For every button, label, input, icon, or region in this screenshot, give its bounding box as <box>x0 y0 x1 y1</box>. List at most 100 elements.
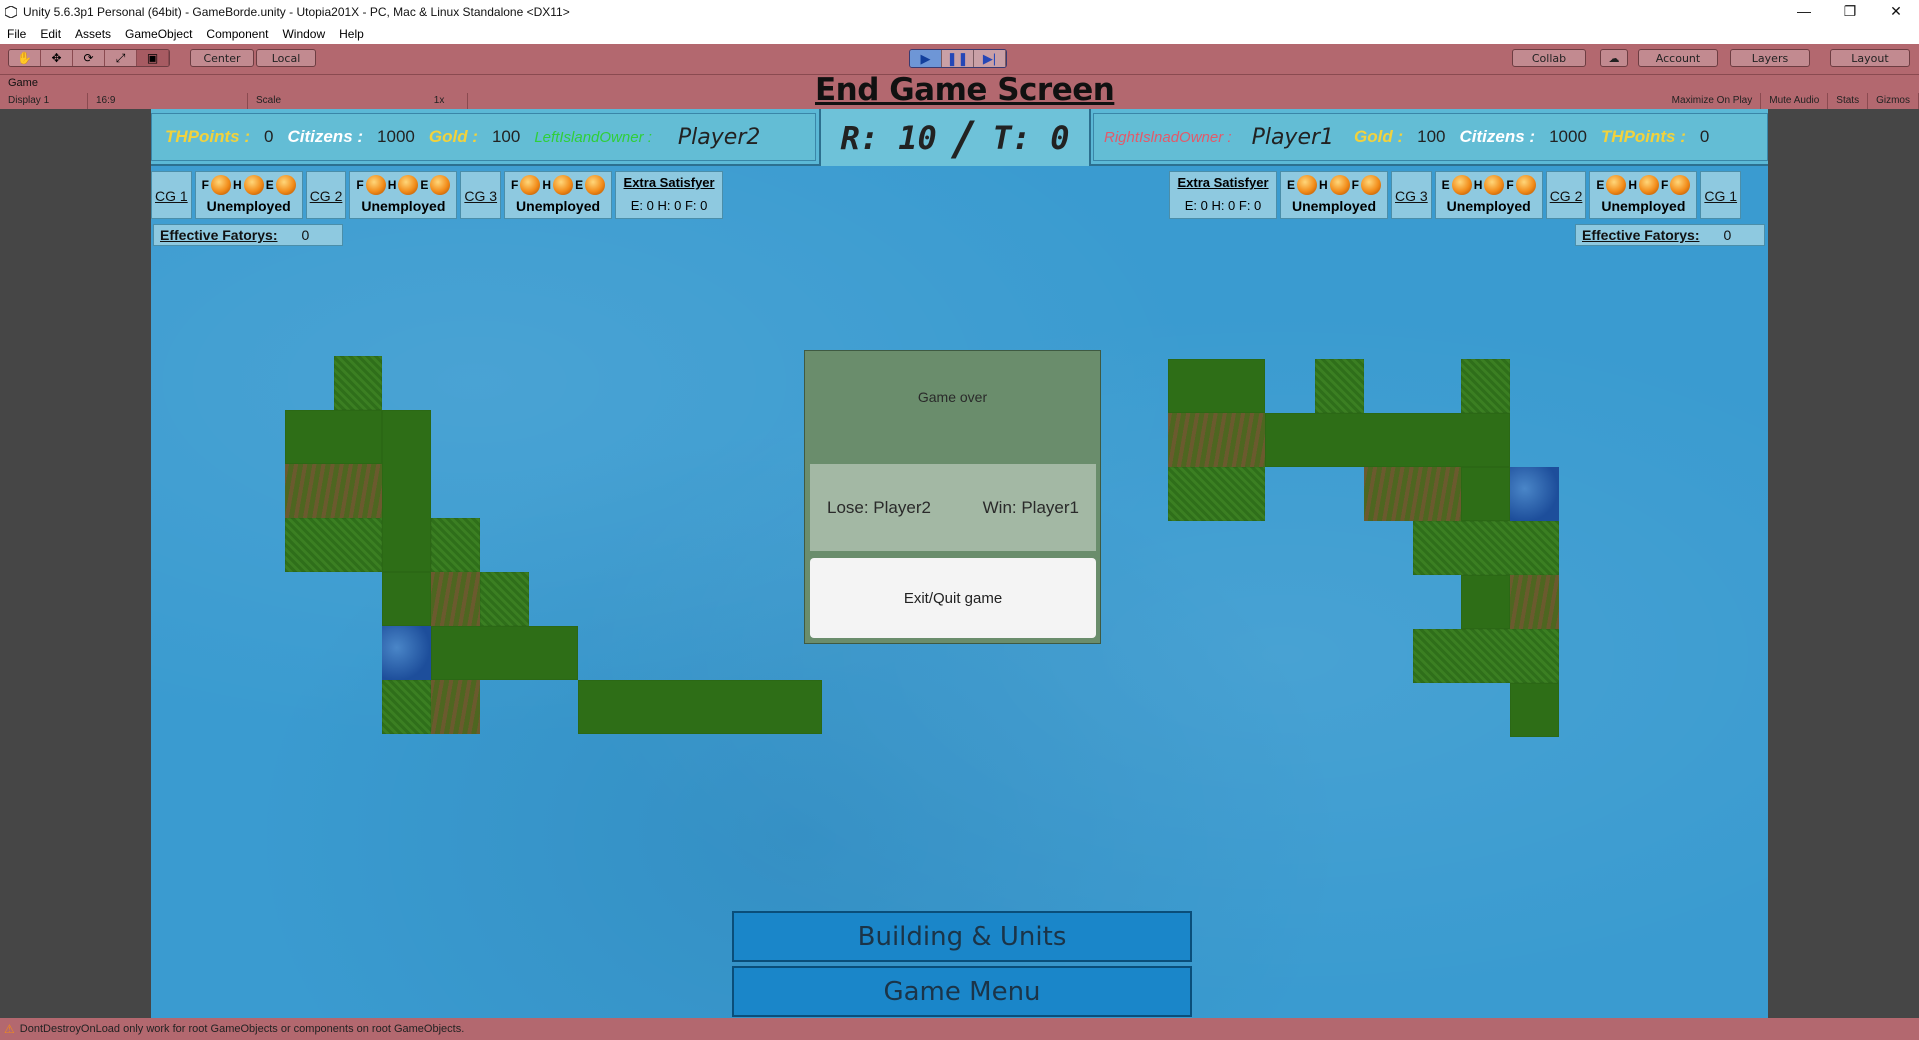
letter-f: F <box>201 178 210 192</box>
letter-f: F <box>1661 178 1669 192</box>
orange-orb-icon <box>1451 175 1472 195</box>
left-cg1-button[interactable]: CG 1 <box>151 171 192 219</box>
exit-quit-button[interactable]: Exit/Quit game <box>810 558 1096 638</box>
left-cg1-label: CG 1 <box>155 188 188 204</box>
layout-dropdown[interactable]: Layout <box>1830 49 1910 67</box>
right-extra-satisfyer[interactable]: Extra Satisfyer E: 0 H: 0 F: 0 <box>1169 171 1277 219</box>
grass-tile <box>1168 467 1265 521</box>
grass-tile <box>431 626 578 680</box>
right-citizens-label: Citizens : <box>1459 127 1536 146</box>
end-game-screen-heading: End Game Screen <box>815 72 1115 108</box>
minimize-button[interactable]: — <box>1781 0 1827 24</box>
orange-orb-icon <box>520 175 541 195</box>
game-menu-button[interactable]: Game Menu <box>732 966 1192 1017</box>
left-cg1-status[interactable]: F H E Unemployed <box>194 171 303 219</box>
extra-satisfyer-title: Extra Satisfyer <box>623 175 715 190</box>
game-tab[interactable]: Game <box>0 77 46 89</box>
right-owner-label: RightIslnadOwner : <box>1104 128 1232 146</box>
building-units-button[interactable]: Building & Units <box>732 911 1192 962</box>
account-dropdown[interactable]: Account <box>1638 49 1718 67</box>
display-dropdown[interactable]: Display 1 <box>0 93 88 109</box>
center-label: Center <box>203 51 241 65</box>
console-status-bar[interactable]: ⚠ DontDestroyOnLoad only work for root G… <box>0 1018 1919 1040</box>
stats-toggle[interactable]: Stats <box>1828 93 1869 109</box>
rotate-tool-icon[interactable]: ⟳ <box>73 50 105 66</box>
orange-orb-icon <box>1484 175 1505 195</box>
right-cg3-status[interactable]: E H F Unemployed <box>1280 171 1388 219</box>
collab-button[interactable]: Collab <box>1512 49 1586 67</box>
orange-orb-icon <box>1670 175 1691 195</box>
game-over-dialog: Game over Lose: Player2 Win: Player1 Exi… <box>804 350 1101 644</box>
right-thpoints-value: 0 <box>1699 127 1710 146</box>
letter-e: E <box>265 178 274 192</box>
pause-icon[interactable]: ❚❚ <box>942 50 974 67</box>
right-effective-factories: Effective Fatorys: 0 <box>1575 224 1765 246</box>
letter-e: E <box>1596 178 1605 192</box>
restore-button[interactable]: ❐ <box>1827 0 1873 24</box>
grass-tile <box>334 356 382 410</box>
left-cg3-status[interactable]: F H E Unemployed <box>504 171 613 219</box>
scale-slider[interactable]: Scale 1x <box>248 93 468 109</box>
menu-window[interactable]: Window <box>275 27 332 41</box>
menu-bar: File Edit Assets GameObject Component Wi… <box>0 24 1919 44</box>
right-citizens-value: 1000 <box>1549 127 1587 146</box>
cloud-icon[interactable]: ☁ <box>1600 49 1628 67</box>
right-cg3-button[interactable]: CG 3 <box>1391 171 1432 219</box>
play-icon[interactable]: ▶ <box>910 50 942 67</box>
grass-tile <box>1461 359 1510 413</box>
transform-tools: ✋ ✥ ⟳ ⤢ ▣ <box>8 49 170 67</box>
turn-counter: T: 0 <box>992 118 1070 157</box>
left-cg2-button[interactable]: CG 2 <box>305 171 347 219</box>
mute-audio-toggle[interactable]: Mute Audio <box>1761 93 1829 109</box>
farmland-tile <box>1168 413 1265 467</box>
game-viewport: THPoints : 0 Citizens : 1000 Gold : 100 … <box>151 109 1768 1018</box>
menu-gameobject[interactable]: GameObject <box>118 27 199 41</box>
left-cg3-button[interactable]: CG 3 <box>460 171 502 219</box>
right-cg2-status[interactable]: E H F Unemployed <box>1434 171 1543 219</box>
move-tool-icon[interactable]: ✥ <box>41 50 73 66</box>
top-hud: THPoints : 0 Citizens : 1000 Gold : 100 … <box>151 109 1768 166</box>
gizmos-dropdown[interactable]: Gizmos <box>1868 93 1919 109</box>
letter-h: H <box>233 178 242 192</box>
rect-tool-icon[interactable]: ▣ <box>137 50 169 66</box>
round-turn-separator: / <box>950 110 979 165</box>
right-cg1-button[interactable]: CG 1 <box>1700 171 1742 219</box>
right-owner-name: Player1 <box>1251 124 1335 150</box>
step-icon[interactable]: ▶| <box>974 50 1006 67</box>
pivot-local-button[interactable]: Local <box>256 49 316 67</box>
letter-h: H <box>1473 178 1483 192</box>
grass-tile <box>382 410 431 572</box>
maximize-on-play-toggle[interactable]: Maximize On Play <box>1664 93 1762 109</box>
layers-label: Layers <box>1751 51 1789 65</box>
left-thpoints-label: THPoints : <box>165 127 250 146</box>
orange-orb-icon <box>1329 175 1350 195</box>
farmland-tile <box>285 464 382 518</box>
dialog-title: Game over <box>917 389 988 405</box>
menu-help[interactable]: Help <box>332 27 371 41</box>
pivot-center-button[interactable]: Center <box>190 49 254 67</box>
right-cg2-button[interactable]: CG 2 <box>1545 171 1587 219</box>
hand-tool-icon[interactable]: ✋ <box>9 50 41 66</box>
scale-tool-icon[interactable]: ⤢ <box>105 50 137 66</box>
grass-tile <box>285 518 382 572</box>
status-label: Unemployed <box>361 198 446 214</box>
playback-controls: ▶ ❚❚ ▶| <box>909 49 1007 68</box>
left-cg2-status[interactable]: F H E Unemployed <box>349 171 458 219</box>
menu-file[interactable]: File <box>0 27 33 41</box>
menu-edit[interactable]: Edit <box>33 27 68 41</box>
layers-dropdown[interactable]: Layers <box>1730 49 1810 67</box>
right-cg1-status[interactable]: E H F Unemployed <box>1589 171 1698 219</box>
left-extra-satisfyer[interactable]: Extra Satisfyer E: 0 H: 0 F: 0 <box>615 171 724 219</box>
orange-orb-icon <box>243 175 264 195</box>
close-button[interactable]: ✕ <box>1873 0 1919 24</box>
collab-label: Collab <box>1531 51 1567 65</box>
grass-tile <box>285 410 382 464</box>
left-gold-label: Gold : <box>428 127 478 146</box>
aspect-dropdown[interactable]: 16:9 <box>88 93 248 109</box>
menu-assets[interactable]: Assets <box>68 27 118 41</box>
window-title: Unity 5.6.3p1 Personal (64bit) - GameBor… <box>23 5 570 19</box>
orange-orb-icon <box>1606 175 1627 195</box>
menu-component[interactable]: Component <box>199 27 275 41</box>
grass-tile <box>578 680 822 734</box>
left-citizens-value: 1000 <box>377 127 415 146</box>
